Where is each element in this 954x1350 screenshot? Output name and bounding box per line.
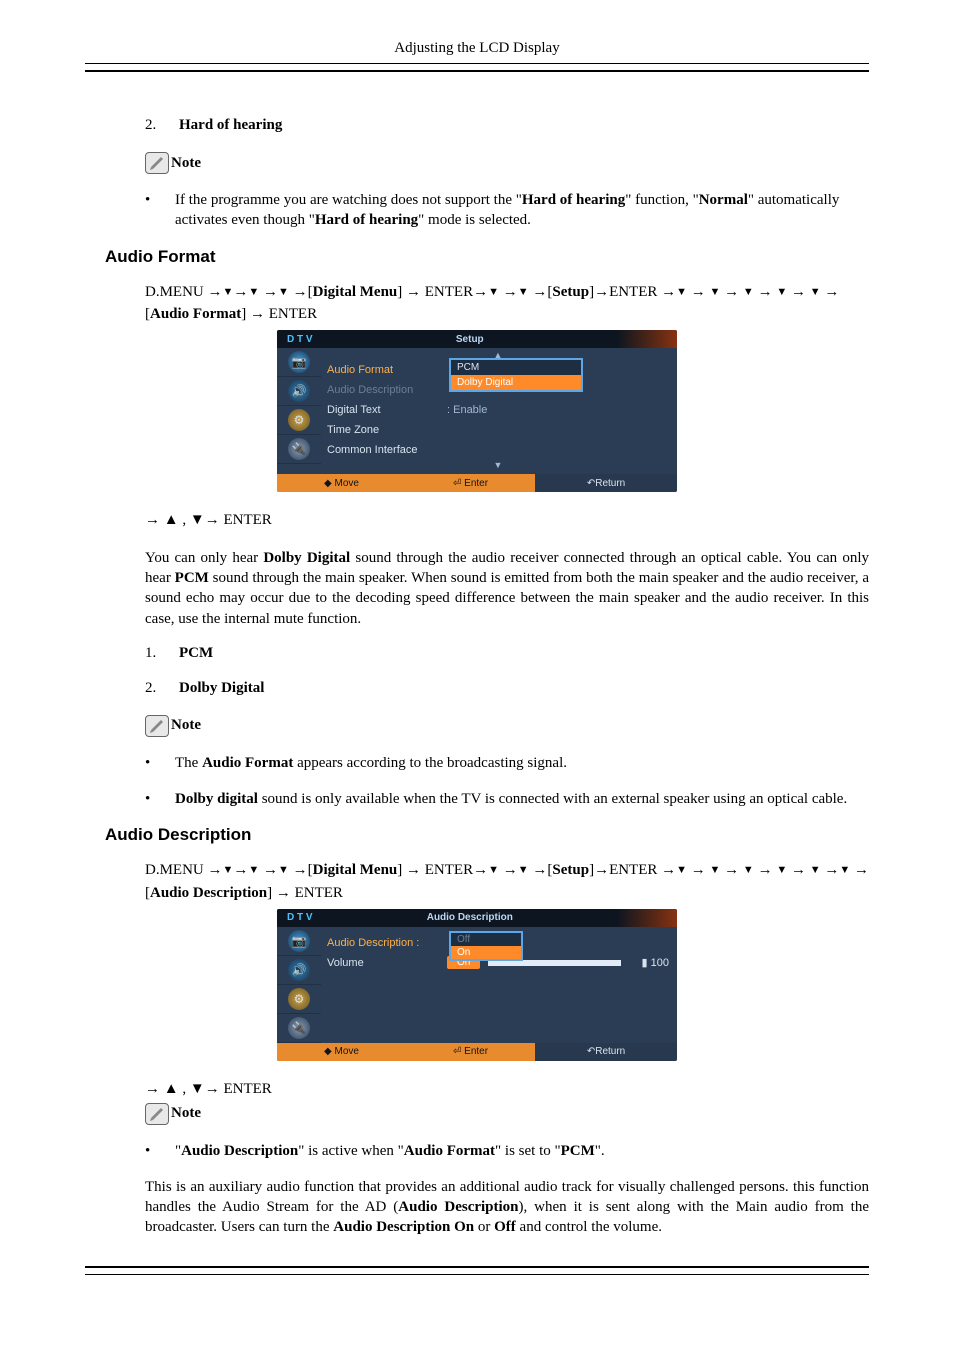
osd-audiodesc-wrap: D T V Audio Description 📷 🔊 ⚙ 🔌 Audio De…: [85, 909, 869, 1061]
list-label: Hard of hearing: [179, 117, 282, 134]
note-row: Note: [145, 1103, 869, 1125]
nav-up-down-enter: → ▲ , ▼→ ENTER: [145, 510, 869, 532]
osd-setup-wrap: D T V Setup 📷 🔊 ⚙ 🔌 ▲ Audio Format Audio: [85, 330, 869, 492]
osd-title: Setup: [323, 334, 617, 345]
osd-body: 📷 🔊 ⚙ 🔌 ▲ Audio Format Audio Description…: [277, 348, 677, 474]
osd-popup-audio-format: PCM Dolby Digital: [449, 358, 583, 392]
osd-main: ▲ Audio Format Audio Description Digital…: [321, 348, 677, 474]
osd-footer-return: ↶ Return: [535, 1043, 677, 1061]
note-bullet-ad: • "Audio Description" is active when "Au…: [145, 1141, 869, 1161]
osd-icon-picture: 📷: [288, 351, 310, 373]
osd-row-common-interface: Common Interface: [327, 444, 447, 456]
content: 2. Hard of hearing Note • If the program…: [85, 117, 869, 1238]
osd-icon-input: 🔌: [288, 1017, 310, 1039]
osd-footer-move: ◆ Move: [277, 478, 406, 489]
note-icon: [145, 1103, 169, 1125]
path-audio-format: D.MENU →▼→▼ →▼ →[Digital Menu] → ENTER→▼…: [145, 281, 869, 327]
note-bullet-1: • The Audio Format appears according to …: [145, 753, 869, 773]
para-audio-format: You can only hear Dolby Digital sound th…: [145, 548, 869, 629]
osd-icon-picture: 📷: [288, 930, 310, 952]
osd-header: D T V Audio Description: [277, 909, 677, 927]
list-item-dolby: 2. Dolby Digital: [145, 680, 869, 697]
osd-popup-ad: Off On: [449, 931, 523, 961]
osd-side: 📷 🔊 ⚙ 🔌: [277, 348, 321, 474]
note-row: Note: [145, 715, 869, 737]
note-icon: [145, 152, 169, 174]
osd-icon-setup: ⚙: [288, 409, 310, 431]
bullet-text: If the programme you are watching does n…: [175, 190, 869, 231]
osd-option-off: Off: [451, 933, 521, 946]
osd-row-digital-text: Digital Text: [327, 404, 447, 416]
heading-audio-format: Audio Format: [105, 247, 869, 267]
osd-dtv-label: D T V: [277, 334, 323, 345]
osd-option-pcm: PCM: [451, 360, 581, 375]
list-item-pcm: 1. PCM: [145, 645, 869, 662]
note-label: Note: [171, 155, 201, 172]
osd-footer: ◆ Move ⏎ Enter ↶ Return: [277, 474, 677, 492]
footer-rule-thick: [85, 1266, 869, 1268]
bullet-marker: •: [145, 190, 175, 231]
osd-corner: [617, 330, 677, 348]
osd-side: 📷 🔊 ⚙ 🔌: [277, 927, 321, 1043]
list-label: PCM: [179, 645, 213, 662]
osd-value-enable: : Enable: [447, 404, 487, 416]
osd-body: 📷 🔊 ⚙ 🔌 Audio Description : Volume On ▮ …: [277, 927, 677, 1043]
note-row: Note: [145, 152, 869, 174]
note-bullet-2: • Dolby digital sound is only available …: [145, 789, 869, 809]
osd-footer-return: ↶ Return: [535, 474, 677, 492]
note-icon: [145, 715, 169, 737]
osd-icon-input: 🔌: [288, 438, 310, 460]
list-item-hard-of-hearing: 2. Hard of hearing: [145, 117, 869, 134]
osd-option-dolby: Dolby Digital: [451, 375, 581, 390]
osd-row-audio-description: Audio Description: [327, 384, 447, 396]
osd-row-ad: Audio Description :: [327, 937, 457, 949]
list-label: Dolby Digital: [179, 680, 264, 697]
para-audio-description: This is an auxiliary audio function that…: [145, 1177, 869, 1238]
osd-volume-label: Volume: [327, 957, 447, 969]
list-number: 1.: [145, 645, 179, 662]
list-number: 2.: [145, 117, 179, 134]
osd-header: D T V Setup: [277, 330, 677, 348]
osd-audiodesc: D T V Audio Description 📷 🔊 ⚙ 🔌 Audio De…: [277, 909, 677, 1061]
osd-icon-sound: 🔊: [288, 959, 310, 981]
osd-main: Audio Description : Volume On ▮ 100 Off …: [321, 927, 677, 1043]
running-header: Adjusting the LCD Display: [0, 40, 954, 57]
bullet-marker: •: [145, 1141, 175, 1161]
osd-option-on: On: [451, 946, 521, 959]
page: Adjusting the LCD Display 2. Hard of hea…: [0, 0, 954, 1311]
nav-up-down-enter-2: → ▲ , ▼→ ENTER: [145, 1079, 869, 1101]
osd-row-time-zone: Time Zone: [327, 424, 447, 436]
osd-icon-sound: 🔊: [288, 380, 310, 402]
osd-icon-setup: ⚙: [288, 988, 310, 1010]
bullet-text: "Audio Description" is active when "Audi…: [175, 1141, 605, 1161]
osd-setup: D T V Setup 📷 🔊 ⚙ 🔌 ▲ Audio Format Audio: [277, 330, 677, 492]
note-bullet: • If the programme you are watching does…: [145, 190, 869, 231]
footer-rule-thin: [85, 1274, 869, 1275]
note-label: Note: [171, 1105, 201, 1122]
header-rule-thin: [85, 63, 869, 64]
heading-audio-description: Audio Description: [105, 825, 869, 845]
osd-corner: [617, 909, 677, 927]
header-rule-thick: [85, 70, 869, 72]
bullet-text: Dolby digital sound is only available wh…: [175, 789, 847, 809]
osd-footer-enter: ⏎ Enter: [406, 1046, 535, 1057]
osd-footer-enter: ⏎ Enter: [406, 478, 535, 489]
osd-row-audio-format: Audio Format: [327, 364, 447, 376]
list-number: 2.: [145, 680, 179, 697]
path-audio-description: D.MENU →▼→▼ →▼ →[Digital Menu] → ENTER→▼…: [145, 859, 869, 905]
osd-dtv-label: D T V: [277, 912, 323, 923]
scroll-down-icon: ▼: [327, 460, 669, 470]
osd-volume-value: ▮ 100: [629, 956, 669, 969]
bullet-text: The Audio Format appears according to th…: [175, 753, 567, 773]
bullet-marker: •: [145, 789, 175, 809]
note-label: Note: [171, 717, 201, 734]
osd-footer: ◆ Move ⏎ Enter ↶ Return: [277, 1043, 677, 1061]
osd-footer-move: ◆ Move: [277, 1046, 406, 1057]
bullet-marker: •: [145, 753, 175, 773]
osd-title: Audio Description: [323, 912, 617, 923]
